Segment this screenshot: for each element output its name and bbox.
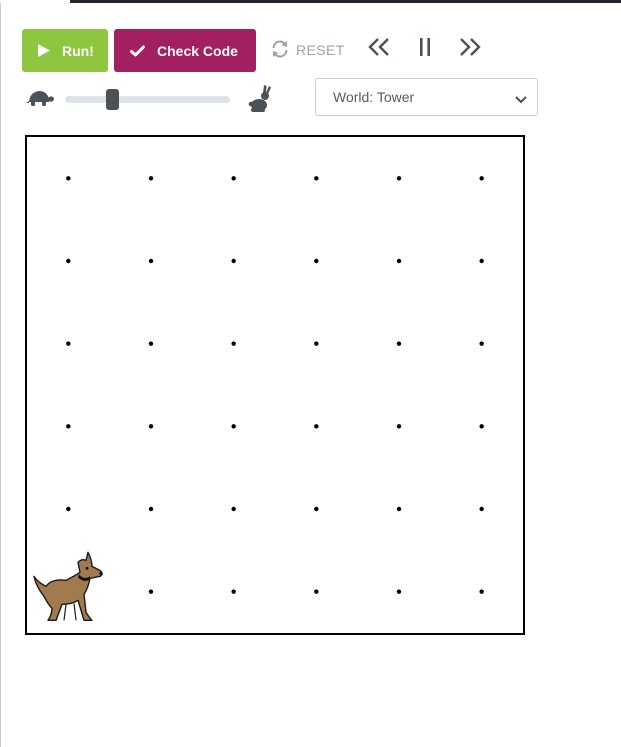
grid-dot [66,424,71,429]
grid-dot [314,176,319,181]
grid-dot [479,506,484,512]
grid-dot [231,176,236,181]
grid-dot [148,176,154,181]
grid-dot [314,506,319,512]
grid-dot [231,506,236,512]
grid-dot [479,258,484,264]
grid-dot [314,341,319,346]
grid-dot [66,176,71,181]
grid-dot [66,506,71,512]
check-code-label: Check Code [157,42,238,59]
step-back-icon [366,37,392,62]
pause-icon [417,37,433,62]
check-icon [130,45,145,57]
panel-divider [0,3,1,747]
grid-dot [314,424,319,429]
grid-dot [66,258,71,264]
grid-dot [66,341,71,346]
world-canvas [25,135,525,635]
check-code-button[interactable]: Check Code [114,29,256,72]
grid-dot [231,424,236,429]
grid-dot [396,424,402,429]
grid-dot [314,589,319,594]
run-button-label: Run! [62,42,94,59]
reset-button[interactable]: RESET [270,38,345,62]
grid-dot [314,258,319,264]
run-button[interactable]: Run! [22,29,108,72]
grid-dot [148,258,154,264]
speed-slider-handle[interactable] [106,89,120,110]
grid-dot [148,341,154,346]
grid-dot [231,589,236,594]
grid-dot [479,424,484,429]
chevron-down-icon [515,92,527,108]
grid-dot [396,589,402,594]
grid-dot [479,589,484,594]
grid-dot [148,589,154,594]
grid-dot [396,506,402,512]
grid-dot [479,341,484,346]
grid-dot [479,176,484,181]
grid-dot [148,424,154,429]
rabbit-icon [248,85,272,118]
grid-dot [396,341,402,346]
reset-icon [270,39,290,62]
grid-dot [231,341,236,346]
grid-dot [396,258,402,264]
reset-label: RESET [296,42,345,58]
play-icon [38,44,50,57]
top-bar [0,0,621,3]
speed-slider-track[interactable] [65,96,230,103]
world-select[interactable]: World: Tower [315,78,538,116]
grid-dot [396,176,402,181]
step-forward-icon [457,37,483,62]
grid-dot [231,258,236,264]
pause-button[interactable] [410,36,440,62]
step-back-button[interactable] [364,36,394,62]
world-grid [33,176,484,622]
turtle-icon [26,88,54,113]
grid-dot [148,506,154,512]
step-forward-button[interactable] [455,36,485,62]
active-tab-notch [0,0,70,3]
world-select-value: World: Tower [333,89,415,105]
dog-character [33,551,103,622]
